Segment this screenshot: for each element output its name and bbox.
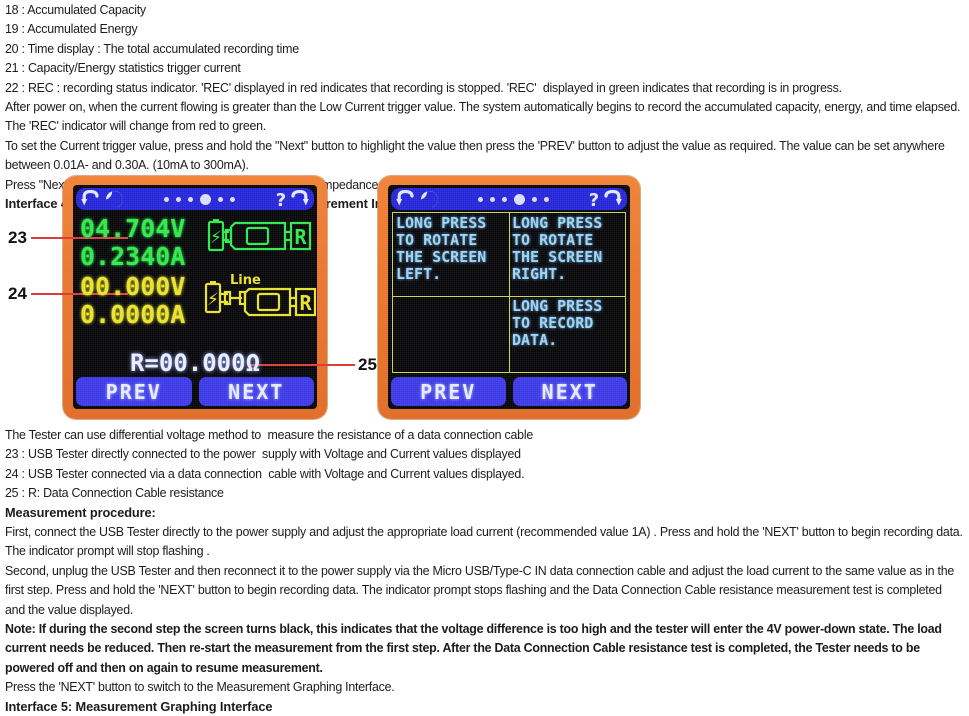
lcd-status-bar-left: 3 ? <box>76 188 314 210</box>
device-screenshot-right: 3 ? LONG PRESS TO ROTATE THE SCREEN LEFT… <box>378 176 640 419</box>
page-root: 18 : Accumulated Capacity 19 : Accumulat… <box>0 0 969 714</box>
lcd-button-row-right: PREV NEXT <box>391 377 627 406</box>
current-direct-readout: 0.2340A <box>80 242 186 271</box>
circuit-diagram-direct: R ⚡ <box>207 215 313 268</box>
svg-text:3: 3 <box>426 191 430 199</box>
heading-interface-5: Interface 5: Measurement Graphing Interf… <box>5 698 273 714</box>
quadrant-bottom-right[interactable]: LONG PRESS TO RECORD DATA. <box>509 296 625 372</box>
quadrant-bottom-right-text: LONG PRESS TO RECORD DATA. <box>512 296 603 349</box>
list-item-24: 24 : USB Tester connected via a data con… <box>5 465 525 481</box>
page-dot <box>544 196 549 202</box>
paragraph-press-next-2: Press the 'NEXT' button to switch to the… <box>5 679 395 695</box>
lcd-screen-left: 3 ? 04.704V 0.2340A 00.000V 0.0000A R ⚡ … <box>73 185 317 409</box>
paragraph-step-first: First, connect the USB Tester directly t… <box>5 524 963 559</box>
page-dot <box>478 196 483 202</box>
voltage-cable-readout: 00.000V <box>80 272 186 301</box>
svg-text:?: ? <box>589 190 599 209</box>
callout-number-24: 24 <box>8 284 27 303</box>
svg-text:?: ? <box>276 190 286 209</box>
page-dot <box>490 196 495 202</box>
quadrant-grid: LONG PRESS TO ROTATE THE SCREEN LEFT. LO… <box>392 212 626 373</box>
list-item-23: 23 : USB Tester directly connected to th… <box>5 446 521 462</box>
rotate-left-arrow-icon[interactable] <box>396 190 416 208</box>
paragraph-step-second: Second, unplug the USB Tester and then r… <box>5 562 955 617</box>
rotate-left-arrow-icon[interactable] <box>81 190 101 208</box>
page-dot <box>164 196 169 202</box>
current-cable-readout: 0.0000A <box>80 300 186 329</box>
page-dot <box>502 196 507 202</box>
line-label: Line <box>230 273 261 288</box>
next-button[interactable]: NEXT <box>198 377 314 406</box>
quadrant-top-right[interactable]: LONG PRESS TO ROTATE THE SCREEN RIGHT. <box>509 213 625 296</box>
heading-measurement-procedure: Measurement procedure: <box>5 504 156 520</box>
page-dot <box>218 196 223 202</box>
page-dot-active <box>200 193 211 205</box>
paragraph-rec-indicator: 22 : REC : recording status indicator. '… <box>5 79 842 95</box>
page-indicator-dots-left <box>125 193 274 205</box>
quadrant-bottom-left[interactable] <box>393 296 509 372</box>
page-indicator-dots-right <box>440 193 587 205</box>
lcd-screen-right: 3 ? LONG PRESS TO ROTATE THE SCREEN LEFT… <box>388 185 630 409</box>
next-button[interactable]: NEXT <box>512 377 627 406</box>
callout-number-23: 23 <box>8 228 27 247</box>
svg-text:⚡: ⚡ <box>207 290 219 310</box>
resistance-readout: R=00.000Ω <box>129 349 261 377</box>
page-dot <box>188 196 193 202</box>
question-mark-icon[interactable]: ? <box>274 190 288 209</box>
voltage-direct-readout: 04.704V <box>80 214 186 243</box>
device-screenshot-left: 3 ? 04.704V 0.2340A 00.000V 0.0000A R ⚡ … <box>63 176 327 419</box>
crescent-3-icon[interactable]: 3 <box>418 190 440 209</box>
page-dot <box>230 196 235 202</box>
list-item: 21 : Capacity/Energy statistics trigger … <box>5 60 241 76</box>
prev-button[interactable]: PREV <box>391 377 506 406</box>
svg-text:3: 3 <box>111 191 115 199</box>
crescent-3-icon[interactable]: 3 <box>103 190 125 209</box>
page-dot <box>532 196 537 202</box>
paragraph-trigger-value: To set the Current trigger value, press … <box>5 137 945 173</box>
list-item: 20 : Time display : The total accumulate… <box>5 40 299 56</box>
list-item: 18 : Accumulated Capacity <box>5 2 146 17</box>
bottom-text-block: The Tester can use differential voltage … <box>5 425 963 716</box>
lcd-status-bar-right: 3 ? <box>391 188 627 210</box>
svg-text:⚡: ⚡ <box>210 228 222 248</box>
paragraph-differential-method: The Tester can use differential voltage … <box>5 427 534 442</box>
rotate-right-arrow-icon[interactable] <box>289 190 309 208</box>
prev-button[interactable]: PREV <box>76 377 192 406</box>
quadrant-top-left-text: LONG PRESS TO ROTATE THE SCREEN LEFT. <box>396 214 487 283</box>
rotate-right-arrow-icon[interactable] <box>602 190 622 208</box>
page-dot-active <box>514 193 525 205</box>
quadrant-top-right-text: LONG PRESS TO ROTATE THE SCREEN RIGHT. <box>512 214 603 283</box>
list-item-25: 25 : R: Data Connection Cable resistance <box>5 485 224 501</box>
paragraph-power-on: After power on, when the current flowing… <box>5 99 961 134</box>
svg-text:R: R <box>299 291 312 315</box>
paragraph-note: Note: If during the second step the scre… <box>5 621 942 675</box>
list-item: 19 : Accumulated Energy <box>5 21 138 37</box>
svg-text:R: R <box>294 225 307 249</box>
circuit-diagram-cable: R ⚡ Line <box>204 271 317 328</box>
question-mark-icon[interactable]: ? <box>587 190 601 209</box>
page-dot <box>176 196 181 202</box>
lcd-button-row-left: PREV NEXT <box>76 377 314 406</box>
quadrant-top-left[interactable]: LONG PRESS TO ROTATE THE SCREEN LEFT. <box>393 213 509 296</box>
callout-number-25: 25 <box>358 355 377 374</box>
